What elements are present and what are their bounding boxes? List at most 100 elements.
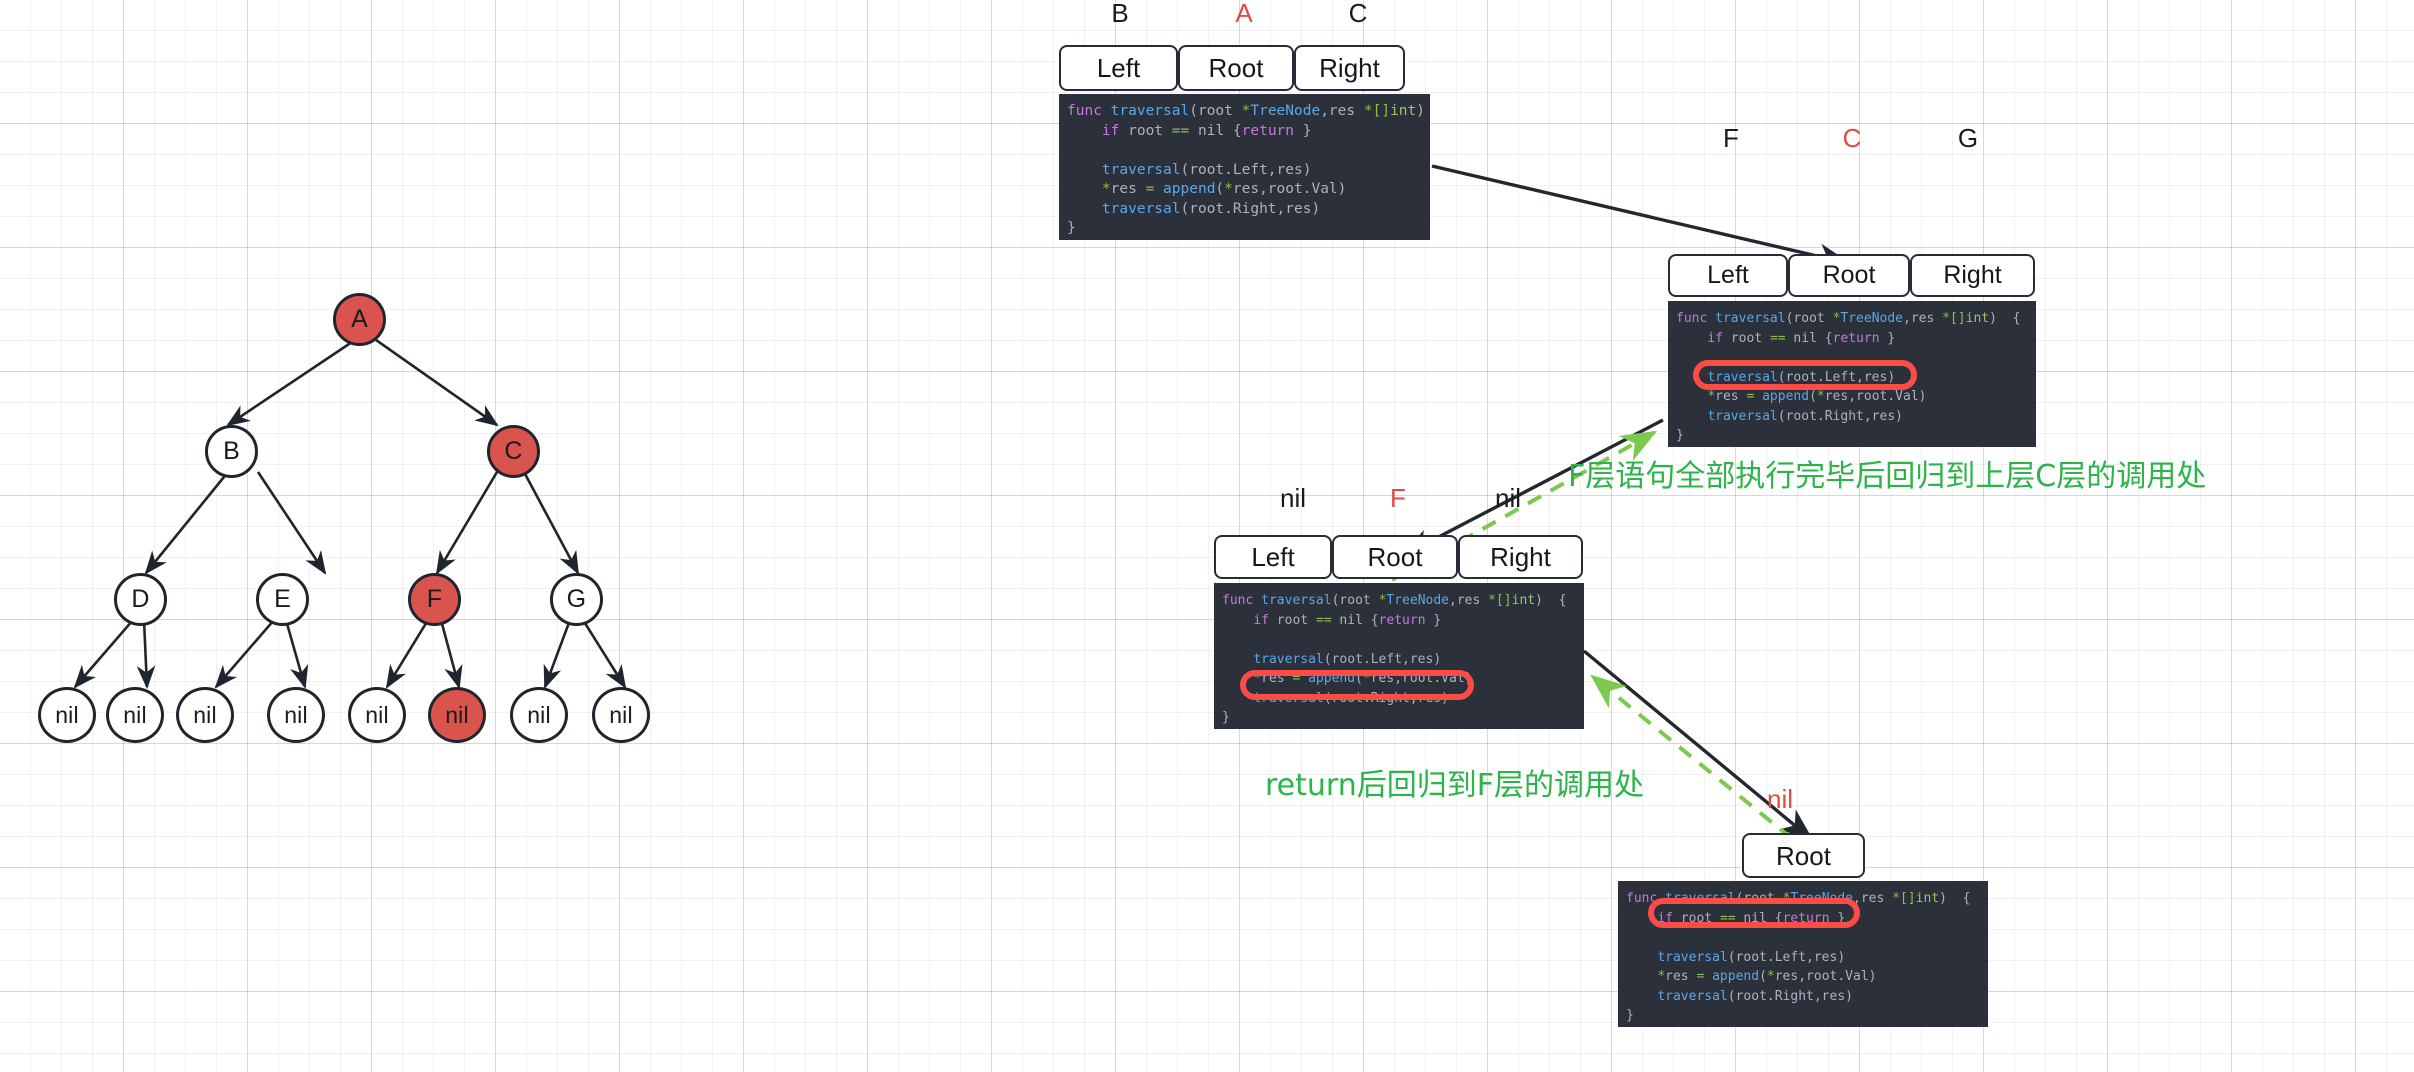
tree-node-c[interactable]: C	[487, 425, 540, 478]
frame-nil-code-block: func traversal(root *TreeNode,res *[]int…	[1618, 881, 1988, 1027]
code-token-func: func	[1222, 593, 1254, 608]
tree-node-label: nil	[365, 701, 389, 728]
frame-f-slot-root[interactable]: Root	[1332, 535, 1458, 579]
code-token-treenode: TreeNode	[1790, 891, 1854, 906]
frame-f-slot-left[interactable]: Left	[1214, 535, 1332, 579]
code-token-int: int	[1915, 891, 1940, 906]
code-token-brace: }	[1294, 122, 1312, 139]
frame-c-slot-root[interactable]: Root	[1788, 254, 1910, 297]
tree-node-a[interactable]: A	[333, 293, 386, 346]
code-token-args: (root.Right,res)	[1777, 408, 1903, 424]
code-line-right: traversal(root.Right,res)	[1222, 689, 1584, 709]
code-token-p2: ,res	[1853, 891, 1893, 906]
tree-node-label: B	[223, 437, 240, 465]
frame-c-slot-left[interactable]: Left	[1668, 254, 1788, 297]
code-token-star: *	[1657, 969, 1666, 984]
code-token-root: root	[1722, 330, 1770, 346]
code-line-close: }	[1676, 426, 2036, 446]
code-line-nilcheck: if root == nil {return }	[1676, 329, 2036, 349]
tree-leaf-d-right[interactable]: nil	[106, 687, 164, 743]
tree-leaf-e-right[interactable]: nil	[267, 687, 325, 743]
code-line-close: }	[1626, 1006, 1988, 1026]
frame-f-slot-right[interactable]: Right	[1458, 535, 1583, 579]
code-token-return: return	[1782, 910, 1830, 926]
code-token-fnname: traversal	[1665, 891, 1736, 906]
code-line-signature: func traversal(root *TreeNode,res *[]int…	[1222, 591, 1584, 611]
tree-node-e[interactable]: E	[256, 573, 309, 626]
code-token-p3: ) {	[1416, 103, 1425, 119]
tree-leaf-f-right[interactable]: nil	[428, 687, 486, 743]
note-return-to-c: F层语句全部执行完毕后回归到上层C层的调用处	[1568, 459, 2207, 494]
tree-leaf-g-right[interactable]: nil	[592, 687, 650, 743]
code-token-args: (root.Left,res)	[1180, 161, 1312, 178]
code-token-nil: nil {	[1735, 910, 1783, 926]
code-token-int: int	[1965, 311, 1990, 326]
code-token-root: root	[1672, 910, 1720, 926]
code-token-args: (root.Left,res)	[1727, 949, 1846, 965]
code-line-append: *res = append(*res,root.Val)	[1222, 669, 1584, 689]
code-line-right: traversal(root.Right,res)	[1067, 200, 1430, 220]
frame-a-slot-root[interactable]: Root	[1178, 45, 1294, 91]
code-token-p2: ,res	[1903, 311, 1943, 326]
code-line-signature: func traversal(root *TreeNode,res *[]int…	[1626, 889, 1988, 909]
frame-nil-slot-root[interactable]: Root	[1742, 833, 1865, 878]
tree-leaf-g-left[interactable]: nil	[510, 687, 568, 743]
tree-node-f[interactable]: F	[408, 573, 461, 626]
tree-node-label: C	[504, 437, 523, 465]
code-token-brace: }	[1879, 330, 1896, 346]
tree-node-label: nil	[284, 701, 308, 728]
frame-nil-slot-row: Root	[1742, 833, 1865, 878]
code-line-append: *res = append(*res,root.Val)	[1676, 387, 2036, 407]
code-token-if: if	[1657, 910, 1673, 926]
code-token-slice: *[]	[1892, 891, 1916, 906]
code-token-brace: }	[1425, 612, 1442, 628]
code-token-eq: ==	[1171, 122, 1190, 139]
code-token-rbrace: }	[1067, 220, 1076, 236]
code-token-p1: (root	[1785, 311, 1833, 326]
code-token-if: if	[1101, 122, 1120, 139]
tree-leaf-e-left[interactable]: nil	[176, 687, 234, 743]
frame-a-slot-left[interactable]: Left	[1059, 45, 1178, 91]
frame-a-slot-row: Left Root Right	[1059, 45, 1405, 91]
code-token-p3: ) {	[1989, 311, 2021, 326]
code-token-star: *	[1253, 671, 1262, 686]
code-line-close: }	[1222, 708, 1584, 728]
tree-node-label: nil	[193, 701, 217, 728]
frame-c-label-root: C	[1842, 123, 1862, 153]
code-token-assign: =	[1145, 181, 1155, 197]
frame-f-code-block: func traversal(root *TreeNode,res *[]int…	[1214, 583, 1584, 729]
tree-node-g[interactable]: G	[550, 573, 603, 626]
code-line-nilcheck: if root == nil {return }	[1626, 909, 1988, 929]
code-token-lparen: (	[1809, 389, 1817, 404]
frame-a-label-root: A	[1235, 0, 1253, 28]
code-token-fnname: traversal	[1253, 690, 1324, 706]
tree-leaf-d-left[interactable]: nil	[38, 687, 96, 743]
code-token-lparen: (	[1759, 969, 1767, 984]
code-line-left: traversal(root.Left,res)	[1067, 161, 1430, 181]
code-token-res: res	[1665, 969, 1697, 984]
frame-f-label-left: nil	[1279, 483, 1306, 513]
code-line-append: *res = append(*res,root.Val)	[1067, 180, 1430, 200]
tree-node-b[interactable]: B	[205, 425, 258, 478]
code-token-rbrace: }	[1676, 428, 1684, 443]
code-token-args: (root.Left,res)	[1323, 651, 1442, 667]
tree-leaf-f-left[interactable]: nil	[348, 687, 406, 743]
code-token-fnname: traversal	[1261, 593, 1332, 608]
code-token-root: root	[1268, 612, 1316, 628]
code-token-func: func	[1067, 103, 1102, 119]
code-token-fnname: traversal	[1707, 369, 1778, 385]
code-token-int: int	[1511, 593, 1536, 608]
tree-node-label: nil	[445, 701, 469, 728]
frame-a-slot-right[interactable]: Right	[1294, 45, 1405, 91]
frame-c-slot-right[interactable]: Right	[1910, 254, 2035, 297]
code-token-slice: *[]	[1942, 311, 1966, 326]
code-token-star2: *	[1362, 671, 1371, 686]
code-token-star2: *	[1816, 389, 1825, 404]
code-token-eq: ==	[1769, 330, 1786, 346]
code-token-treenode: TreeNode	[1250, 103, 1321, 119]
frame-f-label-right: nil	[1494, 483, 1521, 513]
tree-node-d[interactable]: D	[114, 573, 167, 626]
code-line-left: traversal(root.Left,res)	[1626, 948, 1988, 968]
code-token-append: append	[1704, 969, 1760, 984]
